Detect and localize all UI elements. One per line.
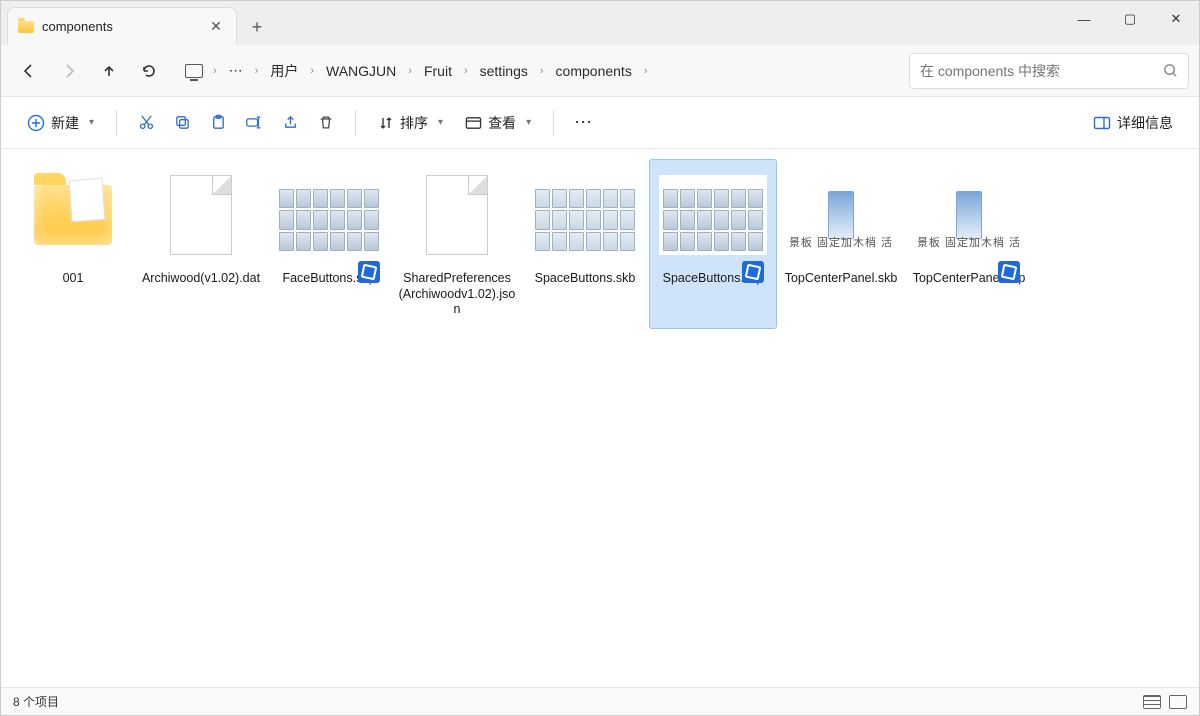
sort-icon xyxy=(378,115,394,131)
separator xyxy=(116,110,117,136)
file-name: SpaceButtons.skb xyxy=(535,271,636,287)
sort-button[interactable]: 排序 ▾ xyxy=(368,105,453,141)
folder-icon xyxy=(18,21,34,33)
breadcrumb-part[interactable]: settings xyxy=(474,59,534,83)
sketchup-badge-icon xyxy=(742,261,764,283)
separator xyxy=(553,110,554,136)
file-item[interactable]: SharedPreferences(Archiwoodv1.02).json xyxy=(393,159,521,329)
details-pane-button[interactable]: 详细信息 xyxy=(1083,105,1183,141)
file-item[interactable]: 001 xyxy=(9,159,137,329)
chevron-right-icon: › xyxy=(640,65,652,77)
view-tiles-icon[interactable] xyxy=(1169,695,1187,709)
copy-icon xyxy=(174,114,191,131)
details-pane-icon xyxy=(1093,116,1111,130)
window-controls: — ▢ ✕ xyxy=(1061,1,1199,37)
scissors-icon xyxy=(138,114,155,131)
file-item[interactable]: SpaceButtons.skp xyxy=(649,159,777,329)
sketchup-badge-icon xyxy=(998,261,1020,283)
maximize-button[interactable]: ▢ xyxy=(1107,1,1153,37)
chevron-right-icon: › xyxy=(251,65,263,77)
breadcrumb-part[interactable]: 用户 xyxy=(264,57,304,85)
view-label: 查看 xyxy=(488,113,516,133)
thumbnail: 景板 固定加木梢 活 xyxy=(786,165,896,265)
trash-icon xyxy=(318,114,334,131)
minimize-button[interactable]: — xyxy=(1061,1,1107,37)
thumbnail: 景板 固定加木梢 活 xyxy=(914,165,1024,265)
plus-circle-icon xyxy=(27,114,45,132)
sketchup-badge-icon xyxy=(358,261,380,283)
delete-button[interactable] xyxy=(309,105,343,141)
sort-label: 排序 xyxy=(400,113,428,133)
separator xyxy=(355,110,356,136)
copy-button[interactable] xyxy=(165,105,199,141)
file-item[interactable]: 景板 固定加木梢 活 TopCenterPanel.skb xyxy=(777,159,905,329)
breadcrumb[interactable]: › ⋯ › 用户 › WANGJUN › Fruit › settings › … xyxy=(177,53,895,89)
more-button[interactable]: ⋯ xyxy=(566,105,600,141)
tab-title: components xyxy=(42,19,200,34)
chevron-down-icon: ▾ xyxy=(438,117,443,128)
thumbnail xyxy=(658,165,768,265)
close-window-button[interactable]: ✕ xyxy=(1153,1,1199,37)
file-name: Archiwood(v1.02).dat xyxy=(142,271,260,287)
new-button[interactable]: 新建 ▾ xyxy=(17,105,104,141)
thumbnail xyxy=(274,165,384,265)
chevron-right-icon: › xyxy=(460,65,472,77)
titlebar: components ✕ + — ▢ ✕ xyxy=(1,1,1199,45)
file-name: SharedPreferences(Archiwoodv1.02).json xyxy=(397,271,517,318)
close-tab-button[interactable]: ✕ xyxy=(208,19,224,35)
share-button[interactable] xyxy=(273,105,307,141)
view-details-icon[interactable] xyxy=(1143,695,1161,709)
file-item[interactable]: FaceButtons.skp xyxy=(265,159,393,329)
pc-icon xyxy=(185,64,203,78)
search-box[interactable] xyxy=(909,53,1189,89)
file-item[interactable]: Archiwood(v1.02).dat xyxy=(137,159,265,329)
file-name: TopCenterPanel.skb xyxy=(785,271,898,287)
refresh-button[interactable] xyxy=(131,53,167,89)
chevron-down-icon: ▾ xyxy=(526,117,531,128)
breadcrumb-part[interactable]: Fruit xyxy=(418,59,458,83)
up-button[interactable] xyxy=(91,53,127,89)
chevron-right-icon: › xyxy=(306,65,318,77)
breadcrumb-ellipsis[interactable]: ⋯ xyxy=(223,58,249,83)
view-button[interactable]: 查看 ▾ xyxy=(455,105,541,141)
file-item[interactable]: 景板 固定加木梢 活TopCenterPanel.skp xyxy=(905,159,1033,329)
share-icon xyxy=(282,114,299,131)
thumbnail xyxy=(146,165,256,265)
thumbnail xyxy=(530,165,640,265)
new-tab-button[interactable]: + xyxy=(241,9,273,45)
paste-button[interactable] xyxy=(201,105,235,141)
chevron-down-icon: ▾ xyxy=(89,117,94,128)
search-input[interactable] xyxy=(920,63,1155,79)
nav-bar: › ⋯ › 用户 › WANGJUN › Fruit › settings › … xyxy=(1,45,1199,97)
file-item[interactable]: SpaceButtons.skb xyxy=(521,159,649,329)
search-icon xyxy=(1163,63,1178,78)
rename-button[interactable] xyxy=(237,105,271,141)
rename-icon xyxy=(245,114,263,131)
tab-current[interactable]: components ✕ xyxy=(7,7,237,45)
chevron-right-icon: › xyxy=(536,65,548,77)
new-label: 新建 xyxy=(51,113,79,133)
toolbar: 新建 ▾ 排序 ▾ 查看 ▾ ⋯ 详细信息 xyxy=(1,97,1199,149)
status-bar: 8 个项目 xyxy=(1,687,1199,715)
breadcrumb-part[interactable]: WANGJUN xyxy=(320,59,402,83)
thumbnail xyxy=(18,165,128,265)
details-label: 详细信息 xyxy=(1117,113,1173,133)
back-button[interactable] xyxy=(11,53,47,89)
forward-button[interactable] xyxy=(51,53,87,89)
thumbnail xyxy=(402,165,512,265)
file-name: 001 xyxy=(63,271,84,287)
clipboard-icon xyxy=(210,114,227,131)
chevron-right-icon: › xyxy=(209,65,221,77)
cut-button[interactable] xyxy=(129,105,163,141)
breadcrumb-part[interactable]: components xyxy=(550,59,638,83)
chevron-right-icon: › xyxy=(404,65,416,77)
view-icon xyxy=(465,116,482,130)
status-text: 8 个项目 xyxy=(13,693,59,710)
file-grid[interactable]: 001 Archiwood(v1.02).dat FaceButtons.skpSh… xyxy=(1,149,1199,687)
